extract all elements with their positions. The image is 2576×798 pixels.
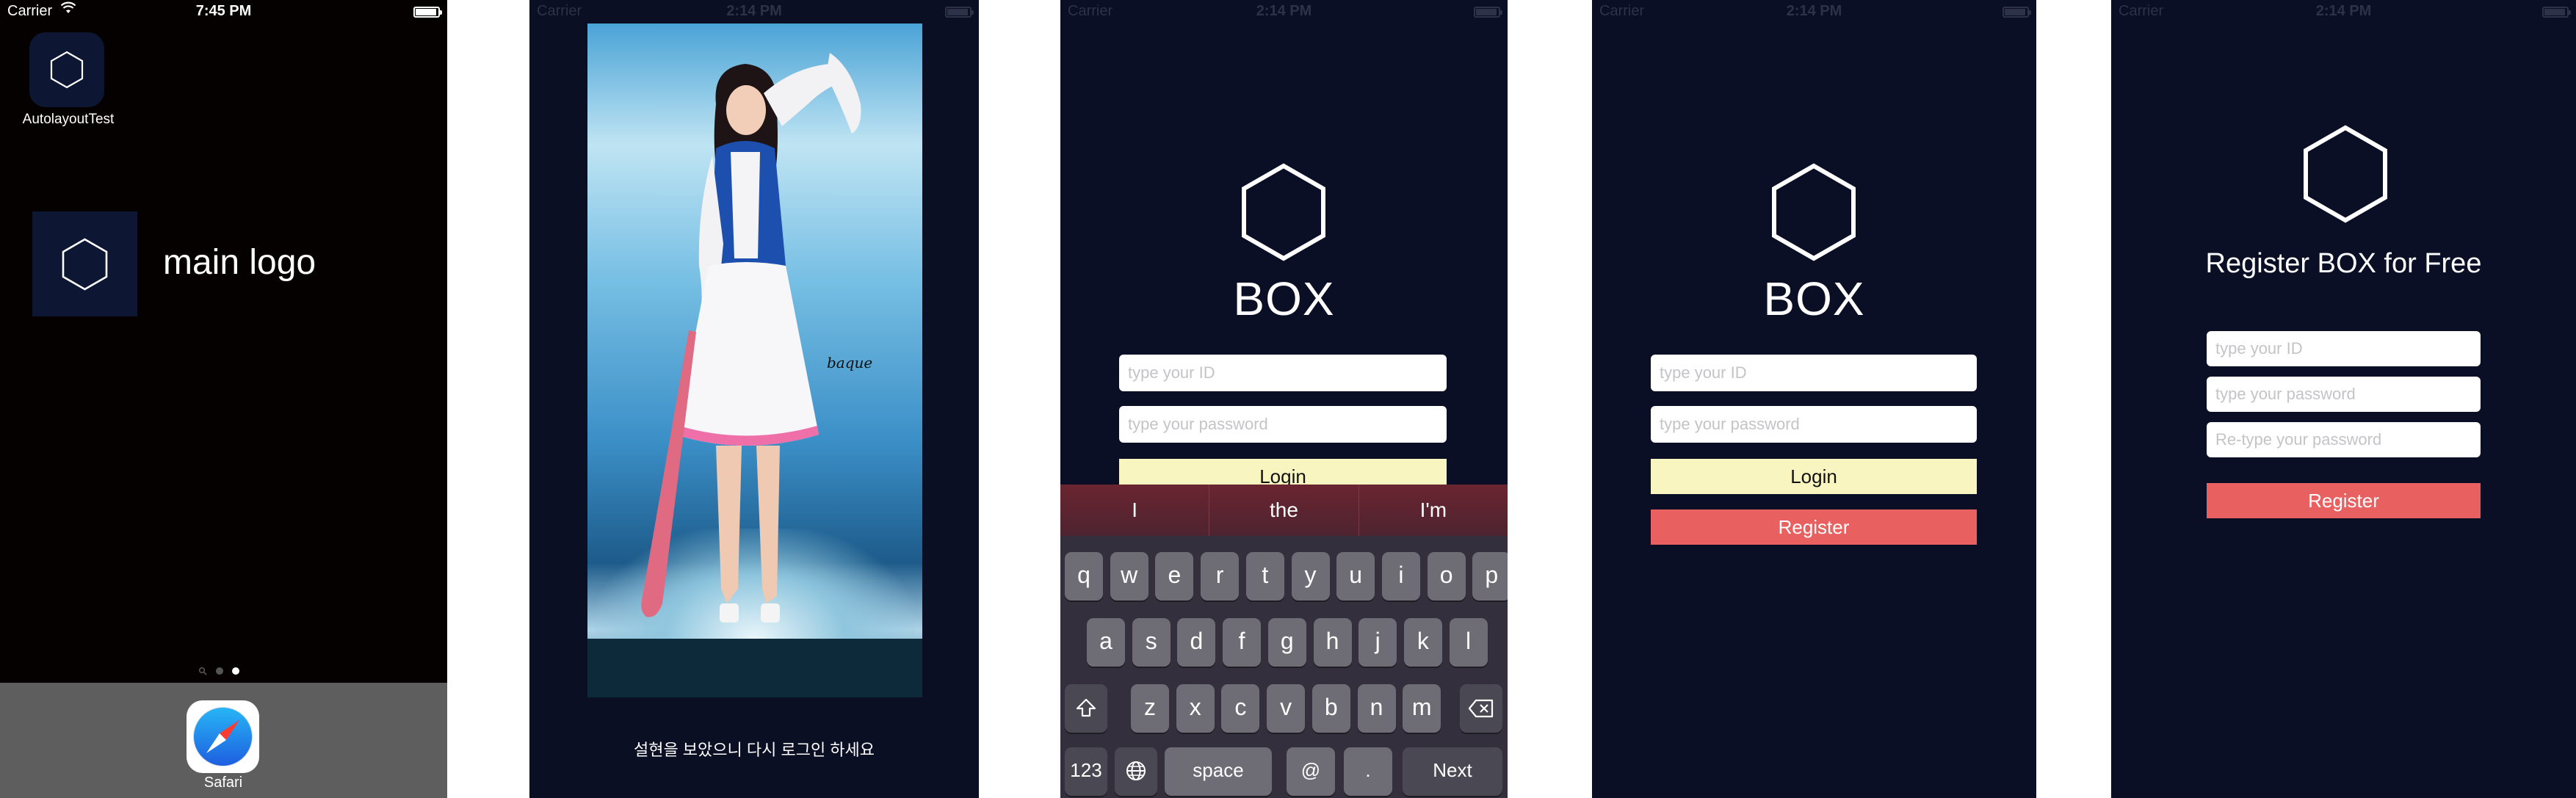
box-hexagon-logo xyxy=(2304,125,2387,223)
page-indicator[interactable] xyxy=(198,667,239,675)
key-k[interactable]: k xyxy=(1403,618,1442,667)
key-n[interactable]: n xyxy=(1357,684,1396,733)
key-y[interactable]: y xyxy=(1291,552,1330,601)
key-o[interactable]: o xyxy=(1427,552,1466,601)
register-screen: Carrier 2:14 PM Register BOX for Free Re… xyxy=(2111,0,2576,798)
key-u[interactable]: u xyxy=(1336,552,1375,601)
delete-key[interactable] xyxy=(1460,684,1502,733)
battery-icon xyxy=(413,7,442,18)
key-t[interactable]: t xyxy=(1245,552,1284,601)
key-l[interactable]: l xyxy=(1449,618,1488,667)
suggestion-item[interactable]: I xyxy=(1060,485,1209,536)
battery-icon xyxy=(945,7,974,18)
key-m[interactable]: m xyxy=(1403,684,1441,733)
globe-key[interactable] xyxy=(1115,747,1157,796)
id-input[interactable] xyxy=(2207,331,2481,366)
key-z[interactable]: z xyxy=(1131,684,1169,733)
register-title: Register BOX for Free xyxy=(2205,248,2482,279)
battery-icon xyxy=(2542,7,2571,18)
key-w[interactable]: w xyxy=(1110,552,1148,601)
status-time: 2:14 PM xyxy=(1256,3,1312,19)
globe-icon xyxy=(1126,761,1146,780)
compass-icon xyxy=(193,707,253,766)
next-key[interactable]: Next xyxy=(1403,747,1502,796)
suggestion-bar: I the I'm xyxy=(1060,485,1508,536)
space-key[interactable]: space xyxy=(1165,747,1272,796)
app-icon-label: AutolayoutTest xyxy=(22,112,115,127)
id-input[interactable] xyxy=(1119,355,1447,391)
status-bar: Carrier 2:14 PM xyxy=(2111,0,2576,23)
backspace-icon xyxy=(1468,699,1494,718)
main-logo-label: main logo xyxy=(163,243,316,282)
key-s[interactable]: s xyxy=(1132,618,1171,667)
status-bar: Carrier 7:45 PM xyxy=(0,0,447,23)
dock-app-label: Safari xyxy=(203,775,243,791)
at-key[interactable]: @ xyxy=(1287,747,1335,796)
page-dot-active xyxy=(232,667,239,675)
login-screen: Carrier 2:14 PM BOX Login I the I'm qwer… xyxy=(1060,0,1508,798)
status-time: 2:14 PM xyxy=(1786,3,1842,19)
keyboard: I the I'm qwertyuiop asdfghjkl zxcvbnm 1… xyxy=(1060,485,1508,798)
login-register-screen: Carrier 2:14 PM BOX Login Register xyxy=(1592,0,2036,798)
period-key[interactable]: . xyxy=(1344,747,1392,796)
key-g[interactable]: g xyxy=(1267,618,1306,667)
performer-photo: baque xyxy=(587,23,922,697)
id-input[interactable] xyxy=(1651,355,1977,391)
photo-watermark: baque xyxy=(827,354,873,371)
safari-app-icon[interactable] xyxy=(187,700,259,773)
password-input[interactable] xyxy=(1119,406,1447,443)
status-time: 7:45 PM xyxy=(195,3,252,19)
key-h[interactable]: h xyxy=(1313,618,1352,667)
key-j[interactable]: j xyxy=(1358,618,1397,667)
battery-icon xyxy=(2002,7,2031,18)
key-f[interactable]: f xyxy=(1223,618,1262,667)
brand-title: BOX xyxy=(1763,272,1865,325)
password-input[interactable] xyxy=(2207,377,2481,412)
register-button[interactable]: Register xyxy=(2207,483,2481,518)
suggestion-item[interactable]: the xyxy=(1209,485,1358,536)
shift-key[interactable] xyxy=(1065,684,1107,733)
key-v[interactable]: v xyxy=(1267,684,1306,733)
key-r[interactable]: r xyxy=(1201,552,1240,601)
status-time: 2:14 PM xyxy=(2315,3,2372,19)
box-hexagon-logo xyxy=(1772,163,1856,261)
page-dot xyxy=(216,667,223,675)
status-bar: Carrier 2:14 PM xyxy=(529,0,979,23)
key-p[interactable]: p xyxy=(1472,552,1508,601)
key-d[interactable]: d xyxy=(1177,618,1216,667)
password-input[interactable] xyxy=(1651,406,1977,443)
key-i[interactable]: i xyxy=(1381,552,1420,601)
battery-icon xyxy=(1474,7,1502,18)
register-button[interactable]: Register xyxy=(1651,509,1977,545)
status-bar: Carrier 2:14 PM xyxy=(1060,0,1508,23)
shift-icon xyxy=(1076,698,1096,717)
key-x[interactable]: x xyxy=(1176,684,1215,733)
home-screen: Carrier 7:45 PM AutolayoutTest main logo xyxy=(0,0,447,798)
photo-screen: Carrier 2:14 PM baque 설현을 보았으니 다시 로그인 하세… xyxy=(529,0,979,798)
main-logo-image xyxy=(32,211,137,316)
login-button[interactable]: Login xyxy=(1651,459,1977,494)
key-q[interactable]: q xyxy=(1065,552,1103,601)
status-bar: Carrier 2:14 PM xyxy=(1592,0,2036,23)
autolayouttest-app-icon[interactable] xyxy=(29,32,104,107)
suggestion-item[interactable]: I'm xyxy=(1358,485,1508,536)
key-e[interactable]: e xyxy=(1155,552,1194,601)
retype-password-input[interactable] xyxy=(2207,422,2481,457)
status-time: 2:14 PM xyxy=(726,3,782,19)
hexagon-icon xyxy=(50,51,84,89)
key-a[interactable]: a xyxy=(1087,618,1125,667)
key-b[interactable]: b xyxy=(1311,684,1350,733)
key-c[interactable]: c xyxy=(1221,684,1260,733)
photo-caption: 설현을 보았으니 다시 로그인 하세요 xyxy=(633,741,875,759)
spotlight-search-icon xyxy=(198,667,207,675)
hexagon-icon xyxy=(62,238,108,291)
numbers-key[interactable]: 123 xyxy=(1065,747,1107,796)
box-hexagon-logo xyxy=(1242,163,1325,261)
brand-title: BOX xyxy=(1233,272,1335,325)
